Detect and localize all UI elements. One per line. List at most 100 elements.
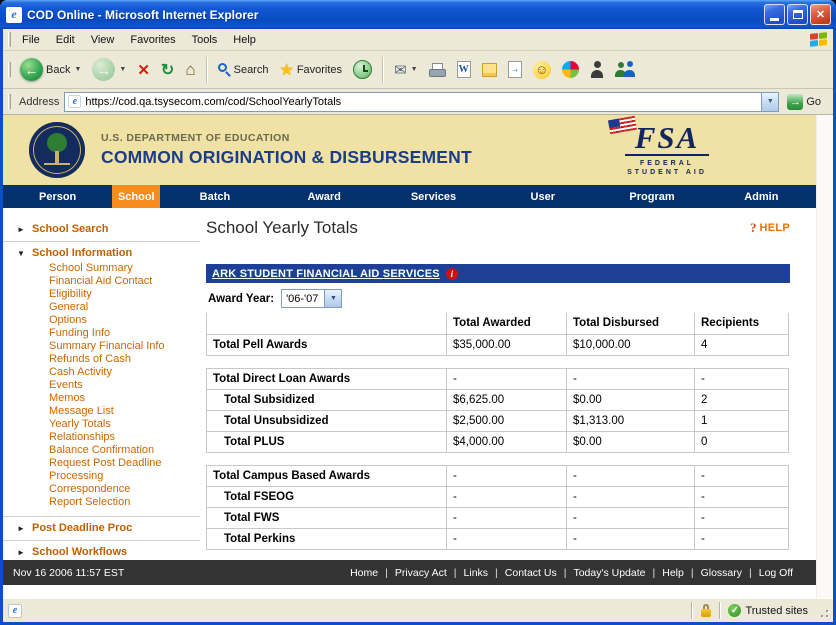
sidebar-item-refunds-of-cash[interactable]: Refunds of Cash	[49, 353, 192, 366]
history-button[interactable]	[348, 57, 377, 82]
footer-link-help[interactable]: Help	[655, 567, 691, 579]
footer-link-todays-update[interactable]: Today's Update	[566, 567, 652, 579]
address-drag-handle[interactable]	[8, 94, 11, 109]
security-cell[interactable]	[696, 605, 716, 617]
messenger-button[interactable]: ☺	[528, 58, 556, 82]
award-year-select[interactable]: '06-'07 ▼	[281, 289, 342, 308]
sidebar-item-message-list[interactable]: Message List	[49, 405, 192, 418]
search-button[interactable]: Search	[213, 60, 274, 79]
maximize-button[interactable]	[787, 4, 808, 25]
sidebar-item-balance-confirmation[interactable]: Balance Confirmation	[49, 444, 192, 457]
nav-tab-user[interactable]: User	[488, 185, 597, 208]
awarded-cell: -	[447, 507, 567, 528]
content-row: ► School Search ▼ School Information Sch…	[3, 208, 816, 560]
security-zone-cell[interactable]: ✓ Trusted sites	[724, 604, 816, 617]
favorites-label: Favorites	[297, 64, 342, 76]
footer-link-glossary[interactable]: Glossary	[694, 567, 749, 579]
sidebar-item-yearly-totals[interactable]: Yearly Totals	[49, 418, 192, 431]
refresh-button[interactable]: ↻	[156, 57, 179, 83]
school-name-link[interactable]: ARK STUDENT FINANCIAL AID SERVICES	[212, 268, 440, 280]
nav-tab-services[interactable]: Services	[379, 185, 488, 208]
nav-tab-school[interactable]: School	[112, 185, 160, 208]
stop-icon: ✕	[137, 61, 150, 79]
mail-button[interactable]: ✉ ▼	[389, 58, 423, 82]
forward-dropdown-icon[interactable]: ▼	[119, 66, 126, 73]
menu-drag-handle[interactable]	[8, 32, 11, 47]
school-info-icon[interactable]: i	[446, 268, 458, 280]
forward-button[interactable]: → ▼	[87, 55, 131, 84]
menu-view[interactable]: View	[83, 31, 123, 49]
person-body	[591, 70, 603, 78]
sidebar-item-financial-aid-contact[interactable]: Financial Aid Contact	[49, 275, 192, 288]
sidebar-item-school-search[interactable]: ► School Search	[3, 223, 192, 235]
toolbar-drag-handle[interactable]	[8, 62, 11, 77]
sidebar-section-school-search: ► School Search	[3, 218, 200, 241]
title-bar[interactable]: e COD Online - Microsoft Internet Explor…	[0, 0, 836, 29]
sidebar-item-school-summary[interactable]: School Summary	[49, 262, 192, 275]
print-button[interactable]	[424, 60, 451, 80]
sidebar-item-summary-financial-info[interactable]: Summary Financial Info	[49, 340, 192, 353]
edit-button[interactable]: W	[452, 58, 476, 81]
sidebar-item-post-deadline-proc[interactable]: ► Post Deadline Proc	[3, 522, 192, 534]
recipients-cell: -	[695, 486, 789, 507]
windows-logo-green-pane	[819, 32, 827, 39]
sidebar-item-report-selection[interactable]: Report Selection	[49, 496, 192, 509]
nav-tab-batch[interactable]: Batch	[160, 185, 269, 208]
icq-button[interactable]	[557, 58, 584, 81]
sidebar-item-events[interactable]: Events	[49, 379, 192, 392]
sidebar-item-options[interactable]: Options	[49, 314, 192, 327]
nav-tab-award[interactable]: Award	[270, 185, 379, 208]
edit-word-icon: W	[457, 61, 471, 78]
address-input[interactable]: e https://cod.qa.tsysecom.com/cod/School…	[64, 92, 779, 112]
sidebar-item-processing[interactable]: Processing	[49, 470, 192, 483]
status-message-cell: e	[8, 604, 688, 618]
awarded-cell: $35,000.00	[447, 334, 567, 355]
contacts-button[interactable]	[610, 58, 642, 81]
sidebar-item-correspondence[interactable]: Correspondence	[49, 483, 192, 496]
nav-tab-admin[interactable]: Admin	[707, 185, 816, 208]
minimize-button[interactable]	[764, 4, 785, 25]
recipients-cell: 4	[695, 334, 789, 355]
total-disbursed-header: Total Disbursed	[567, 313, 695, 334]
footer-link-contact-us[interactable]: Contact Us	[498, 567, 564, 579]
row-label-cell: Total FSEOG	[207, 486, 447, 507]
footer-link-log-off[interactable]: Log Off	[752, 567, 800, 579]
home-button[interactable]: ⌂	[180, 57, 200, 83]
sidebar-label-school-workflows: School Workflows	[32, 546, 127, 558]
close-button[interactable]: ✕	[810, 4, 831, 25]
menu-edit[interactable]: Edit	[48, 31, 83, 49]
stop-button[interactable]: ✕	[132, 58, 155, 82]
research-button[interactable]	[585, 58, 609, 81]
sidebar-item-general[interactable]: General	[49, 301, 192, 314]
menu-favorites[interactable]: Favorites	[122, 31, 183, 49]
menu-tools[interactable]: Tools	[184, 31, 226, 49]
go-button[interactable]: → Go	[784, 92, 827, 112]
footer-link-privacy-act[interactable]: Privacy Act	[388, 567, 454, 579]
sidebar-item-request-post-deadline[interactable]: Request Post Deadline	[49, 457, 192, 470]
sidebar-item-eligibility[interactable]: Eligibility	[49, 288, 192, 301]
favorites-button[interactable]: ★ Favorites	[274, 57, 347, 83]
help-link[interactable]: ? HELP	[750, 220, 790, 236]
sidebar-section-school-information: ▼ School Information School Summary Fina…	[3, 241, 200, 516]
menu-help[interactable]: Help	[225, 31, 264, 49]
footer-link-links[interactable]: Links	[457, 567, 496, 579]
address-dropdown-button[interactable]: ▼	[761, 93, 778, 111]
footer-link-home[interactable]: Home	[343, 567, 385, 579]
sidebar-item-cash-activity[interactable]: Cash Activity	[49, 366, 192, 379]
sidebar-item-relationships[interactable]: Relationships	[49, 431, 192, 444]
sidebar-item-memos[interactable]: Memos	[49, 392, 192, 405]
printer-body	[429, 69, 446, 77]
send-button[interactable]: →	[503, 58, 527, 81]
sidebar-item-school-information[interactable]: ▼ School Information	[3, 247, 192, 259]
sidebar-item-funding-info[interactable]: Funding Info	[49, 327, 192, 340]
back-button[interactable]: ← Back ▼	[15, 55, 86, 84]
menu-file[interactable]: File	[14, 31, 48, 49]
nav-tab-program[interactable]: Program	[597, 185, 706, 208]
recipients-cell: 0	[695, 431, 789, 452]
discuss-button[interactable]	[477, 60, 502, 80]
sidebar-item-school-workflows[interactable]: ► School Workflows	[3, 546, 192, 558]
nav-tab-person[interactable]: Person	[3, 185, 112, 208]
back-dropdown-icon[interactable]: ▼	[74, 66, 81, 73]
mail-dropdown-icon[interactable]: ▼	[411, 66, 418, 73]
resize-grip[interactable]	[816, 602, 831, 620]
